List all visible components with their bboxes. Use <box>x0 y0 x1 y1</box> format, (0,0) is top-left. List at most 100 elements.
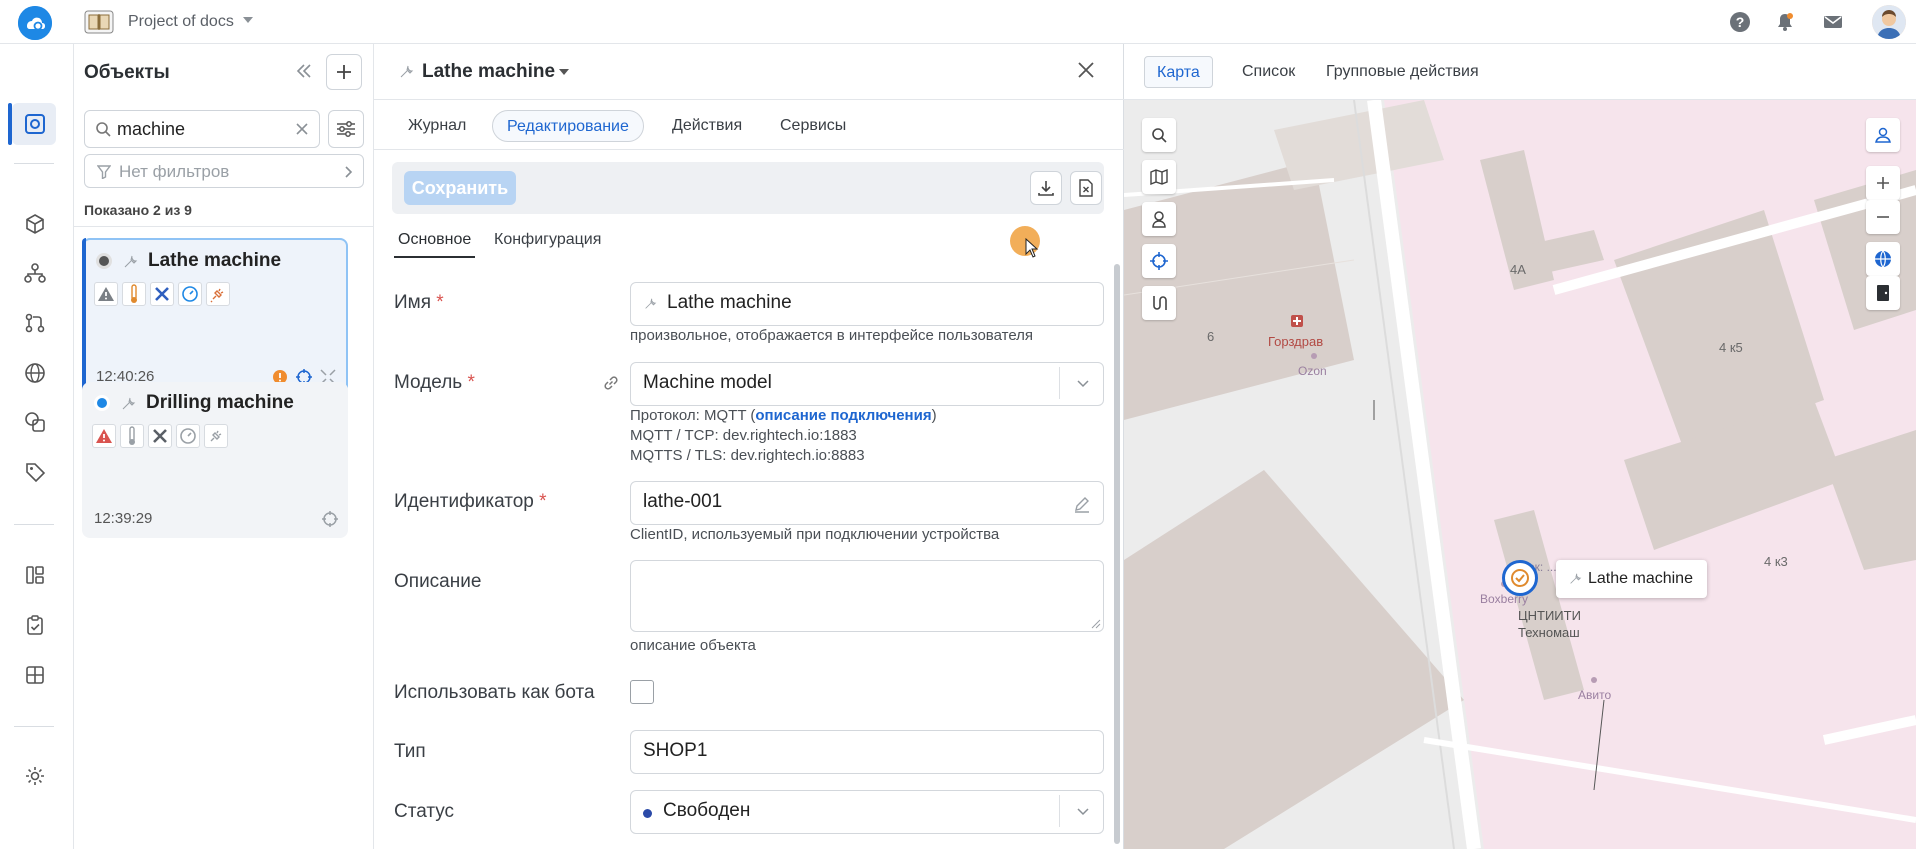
speedometer-icon <box>176 424 200 448</box>
subtab-configuration[interactable]: Конфигурация <box>494 224 601 258</box>
chevron-down-icon[interactable] <box>1077 808 1089 816</box>
map-canvas[interactable]: 4А 4 к5 4 к3 6 Горздрав Ozon Boxberry ..… <box>1124 100 1916 849</box>
chevron-down-icon[interactable] <box>1077 380 1089 388</box>
search-input[interactable] <box>117 117 277 141</box>
delete-file-button[interactable] <box>1070 171 1102 205</box>
clear-search-icon[interactable] <box>295 122 309 136</box>
shown-count: Показано 2 из 9 <box>84 202 192 218</box>
map-tabs: Карта Список Групповые действия <box>1124 44 1916 100</box>
dropdown-separator <box>1059 795 1060 827</box>
mail-icon[interactable] <box>1822 11 1844 33</box>
zoom-in-button[interactable] <box>1866 166 1900 200</box>
chevron-down-icon[interactable] <box>558 68 570 76</box>
automation-flow-icon[interactable] <box>20 308 50 338</box>
models-cube-icon[interactable] <box>20 209 50 239</box>
map-label-avito: Авито <box>1578 688 1612 702</box>
map-user-location-button[interactable] <box>1142 202 1176 236</box>
wrench-icon <box>1568 572 1582 586</box>
object-name: Drilling machine <box>146 392 294 413</box>
map-label-4k5: 4 к5 <box>1719 340 1743 355</box>
tab-group-actions[interactable]: Групповые действия <box>1314 56 1491 88</box>
identifier-field[interactable]: lathe-001 <box>630 481 1104 525</box>
identifier-label-text: Идентификатор <box>394 491 534 512</box>
object-card-lathe-machine[interactable]: Lathe machine 12:40:26 <box>82 238 348 394</box>
map-target-button[interactable] <box>1142 244 1176 278</box>
edit-pencil-icon[interactable] <box>1073 495 1091 513</box>
resize-grip-icon[interactable] <box>1091 619 1101 629</box>
pharmacy-marker-icon[interactable] <box>1290 312 1304 328</box>
close-icon[interactable] <box>1078 62 1094 78</box>
protocol-hint: Протокол: MQTT (описание подключения) <box>630 406 937 426</box>
editor-tabs: Журнал Редактирование Действия Сервисы <box>374 100 1124 150</box>
dropdown-separator <box>1059 367 1060 399</box>
use-as-bot-checkbox[interactable] <box>630 680 654 704</box>
object-editor-panel: Lathe machine Журнал Редактирование Дейс… <box>374 44 1124 849</box>
thermometer-icon <box>122 282 146 306</box>
map-search-button[interactable] <box>1142 118 1176 152</box>
tab-map[interactable]: Карта <box>1144 56 1213 88</box>
map-person-pin-button[interactable] <box>1866 118 1900 152</box>
filter-selector[interactable]: Нет фильтров <box>84 154 364 188</box>
map-layers-button[interactable] <box>1142 160 1176 194</box>
tab-editing[interactable]: Редактирование <box>492 110 644 142</box>
object-card-drilling-machine[interactable]: Drilling machine 12:39:29 <box>82 382 348 538</box>
search-icon <box>95 121 111 137</box>
tab-list[interactable]: Список <box>1230 56 1307 88</box>
tab-actions[interactable]: Действия <box>658 110 756 142</box>
model-select[interactable]: Machine model <box>630 362 1104 406</box>
save-toolbar: Сохранить <box>392 162 1104 214</box>
clipboard-check-icon[interactable] <box>20 610 50 640</box>
status-select[interactable]: Свободен <box>630 790 1104 834</box>
use-as-bot-label: Использовать как бота <box>394 682 595 703</box>
tab-journal[interactable]: Журнал <box>394 110 480 142</box>
rail-active-indicator <box>8 103 12 145</box>
chevron-down-icon[interactable] <box>242 16 254 24</box>
divider <box>74 226 374 227</box>
book-icon[interactable] <box>84 10 114 34</box>
subtab-main[interactable]: Основное <box>394 224 476 258</box>
help-icon[interactable]: ? <box>1729 11 1751 33</box>
zoom-out-button[interactable] <box>1866 200 1900 234</box>
download-button[interactable] <box>1030 171 1062 205</box>
selection-stripe <box>82 238 86 394</box>
table-grid-icon[interactable] <box>20 660 50 690</box>
name-field[interactable]: Lathe machine <box>630 282 1104 326</box>
objects-panel: Объекты Нет фильтров Показано 2 из 9 <box>74 44 374 849</box>
link-icon[interactable] <box>602 374 620 392</box>
map-route-button[interactable] <box>1142 286 1176 320</box>
map-panel: Карта Список Групповые действия 4А 4 к5 … <box>1124 44 1916 849</box>
map-door-button[interactable] <box>1866 276 1900 310</box>
project-name[interactable]: Project of docs <box>128 13 234 31</box>
type-label: Тип <box>394 741 426 762</box>
name-label-text: Имя <box>394 292 432 313</box>
protocol-prefix: Протокол: MQTT ( <box>630 407 756 424</box>
save-button[interactable]: Сохранить <box>404 171 516 205</box>
globe-icon[interactable] <box>20 358 50 388</box>
settings-gear-icon[interactable] <box>20 761 50 791</box>
notifications-bell-icon[interactable] <box>1774 11 1796 33</box>
map-label-6: 6 <box>1207 329 1215 344</box>
collapse-panel-icon[interactable] <box>296 64 312 78</box>
add-object-button[interactable] <box>326 54 362 90</box>
geofences-icon[interactable] <box>20 407 50 437</box>
dashboard-icon[interactable] <box>20 560 50 590</box>
connection-description-link[interactable]: описание подключения <box>755 407 931 424</box>
objects-nav-icon[interactable] <box>20 109 50 139</box>
app-logo-icon[interactable] <box>18 6 52 40</box>
avatar[interactable] <box>1872 5 1906 39</box>
tab-services[interactable]: Сервисы <box>766 110 860 142</box>
tag-icon[interactable] <box>20 457 50 487</box>
map-globe-button[interactable] <box>1866 242 1900 276</box>
object-status-icons <box>322 511 338 527</box>
description-textarea[interactable] <box>630 560 1104 632</box>
map-marker-tooltip[interactable]: Lathe machine <box>1556 560 1707 598</box>
filter-settings-button[interactable] <box>328 110 364 148</box>
editor-scrollbar[interactable] <box>1114 264 1120 844</box>
plug-icon <box>206 282 230 306</box>
object-map-marker[interactable] <box>1502 560 1538 596</box>
type-field[interactable]: SHOP1 <box>630 730 1104 774</box>
hierarchy-icon[interactable] <box>20 258 50 288</box>
map-label-tekhnomash: Техномаш <box>1518 625 1580 640</box>
editor-title[interactable]: Lathe machine <box>422 61 555 83</box>
location-target-icon[interactable] <box>322 511 338 527</box>
